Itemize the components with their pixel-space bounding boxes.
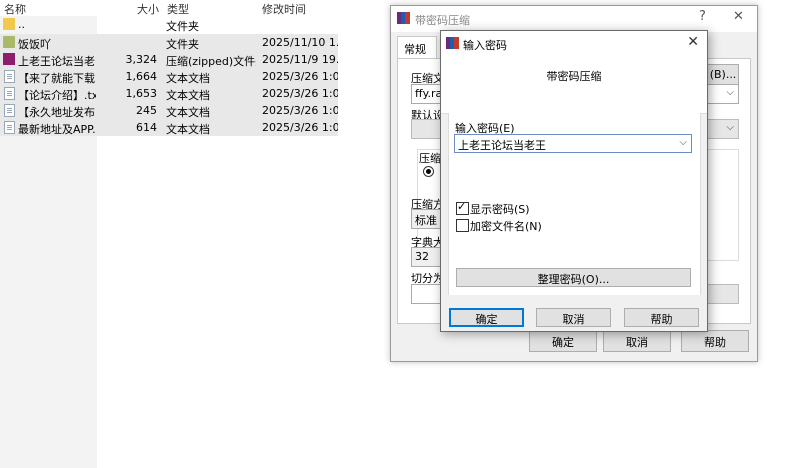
file-date: 2025/3/26 1:08 xyxy=(262,87,338,100)
file-name: 【永久地址发布... xyxy=(18,106,96,119)
help-label: 帮助 xyxy=(650,313,673,326)
dialog-title: 带密码压缩 xyxy=(415,14,470,27)
file-size: 614 xyxy=(136,121,157,134)
header-type[interactable]: 类型 xyxy=(167,1,189,17)
file-list-header: 名称 大小 类型 修改时间 xyxy=(0,0,340,16)
format-radio[interactable] xyxy=(423,166,434,177)
file-date: 2025/3/26 1:08 xyxy=(262,121,338,134)
title-bar[interactable]: 输入密码 ✕ xyxy=(441,31,707,55)
encrypt-filenames-label[interactable]: 加密文件名(N) xyxy=(470,218,542,234)
show-password-checkbox[interactable] xyxy=(456,200,469,215)
close-icon[interactable]: ✕ xyxy=(687,34,699,50)
file-row[interactable]: 【来了就能下载... 1,664 文本文档 2025/3/26 1:07 xyxy=(0,68,338,85)
cancel-button[interactable]: 取消 xyxy=(603,330,671,352)
header-size[interactable]: 大小 xyxy=(137,1,159,17)
title-bar[interactable]: 带密码压缩 ? ✕ xyxy=(391,6,757,32)
winrar-icon xyxy=(397,12,410,24)
file-date: 2025/11/10 1... xyxy=(262,36,338,49)
file-list: 名称 大小 类型 修改时间 .. 文件夹 饭饭吖 文件夹 2025/11/10 … xyxy=(0,0,340,468)
folder-icon xyxy=(3,18,15,30)
browse-label: (B)... xyxy=(709,68,737,81)
file-date: 2025/3/26 1:08 xyxy=(262,104,338,117)
dialog-title: 输入密码 xyxy=(463,39,507,52)
chevron-down-icon: ⌵ xyxy=(726,122,734,133)
dialog-header: 带密码压缩 xyxy=(441,55,707,114)
ok-label: 确定 xyxy=(552,336,574,349)
method-value: 标准 xyxy=(415,214,437,227)
file-size: 245 xyxy=(136,104,157,117)
file-type: 文本文档 xyxy=(166,72,210,85)
zip-archive-icon xyxy=(3,53,15,65)
dialog-caption: 带密码压缩 xyxy=(546,70,602,83)
tab-general[interactable]: 常规 xyxy=(397,36,437,58)
file-type: 文本文档 xyxy=(166,123,210,136)
file-date: 2025/11/9 19... xyxy=(262,53,338,66)
file-row[interactable]: 上老王论坛当老... 3,324 压缩(zipped)文件夹 2025/11/9… xyxy=(0,51,338,68)
help-label: 帮助 xyxy=(704,336,726,349)
file-name: 【论坛介绍】.txt xyxy=(18,89,96,102)
text-file-icon xyxy=(4,87,15,100)
tab-label: 常规 xyxy=(404,43,426,56)
file-size: 1,664 xyxy=(125,70,158,83)
file-name: 上老王论坛当老... xyxy=(18,55,96,68)
file-size: 3,324 xyxy=(125,53,158,66)
encrypt-filenames-checkbox[interactable] xyxy=(456,219,469,232)
header-modified[interactable]: 修改时间 xyxy=(262,1,306,17)
file-row-parent[interactable]: .. 文件夹 xyxy=(0,16,338,33)
text-file-icon xyxy=(4,104,15,117)
chevron-down-icon[interactable]: ⌵ xyxy=(679,137,687,148)
file-type: 文件夹 xyxy=(166,20,199,33)
password-dialog: 输入密码 ✕ 带密码压缩 输入密码(E) 上老王论坛当老王 ⌵ 显示密码(S) … xyxy=(440,30,708,332)
file-row[interactable]: 【论坛介绍】.txt 1,653 文本文档 2025/3/26 1:08 xyxy=(0,85,338,102)
text-file-icon xyxy=(4,121,15,134)
ok-button[interactable]: 确定 xyxy=(449,308,524,327)
password-value: 上老王论坛当老王 xyxy=(458,139,546,152)
file-type: 文本文档 xyxy=(166,89,210,102)
help-icon[interactable]: ? xyxy=(699,9,706,24)
ok-button[interactable]: 确定 xyxy=(529,330,597,352)
help-button[interactable]: 帮助 xyxy=(681,330,749,352)
winrar-icon xyxy=(446,37,459,49)
dictionary-value: 32 xyxy=(415,250,429,263)
header-name[interactable]: 名称 xyxy=(4,1,26,17)
file-type: 压缩(zipped)文件夹 xyxy=(166,55,256,68)
organize-passwords-button[interactable]: 整理密码(O)... xyxy=(456,268,691,287)
file-row[interactable]: 【永久地址发布... 245 文本文档 2025/3/26 1:08 xyxy=(0,102,338,119)
file-name: 【来了就能下载... xyxy=(18,72,96,85)
file-type: 文件夹 xyxy=(166,38,199,51)
file-name: 最新地址及APP... xyxy=(18,123,96,136)
file-type: 文本文档 xyxy=(166,106,210,119)
file-row[interactable]: 最新地址及APP... 614 文本文档 2025/3/26 1:08 xyxy=(0,119,338,136)
browse-button[interactable]: (B)... xyxy=(707,64,739,86)
file-row[interactable]: 饭饭吖 文件夹 2025/11/10 1... xyxy=(0,34,338,51)
cancel-label: 取消 xyxy=(562,313,585,326)
split-unit-field[interactable] xyxy=(707,284,739,304)
close-icon[interactable]: ✕ xyxy=(733,9,744,24)
chevron-down-icon: ⌵ xyxy=(726,87,734,98)
cancel-label: 取消 xyxy=(626,336,648,349)
cancel-button[interactable]: 取消 xyxy=(536,308,611,327)
organize-label: 整理密码(O)... xyxy=(537,273,610,286)
show-password-label[interactable]: 显示密码(S) xyxy=(470,201,530,217)
password-input[interactable]: 上老王论坛当老王 ⌵ xyxy=(454,134,692,153)
file-name: 饭饭吖 xyxy=(18,38,51,51)
ok-label: 确定 xyxy=(475,313,498,326)
folder-icon xyxy=(3,36,15,48)
file-name: .. xyxy=(18,18,25,31)
text-file-icon xyxy=(4,70,15,83)
file-size: 1,653 xyxy=(125,87,158,100)
help-button[interactable]: 帮助 xyxy=(624,308,699,327)
file-date: 2025/3/26 1:07 xyxy=(262,70,338,83)
